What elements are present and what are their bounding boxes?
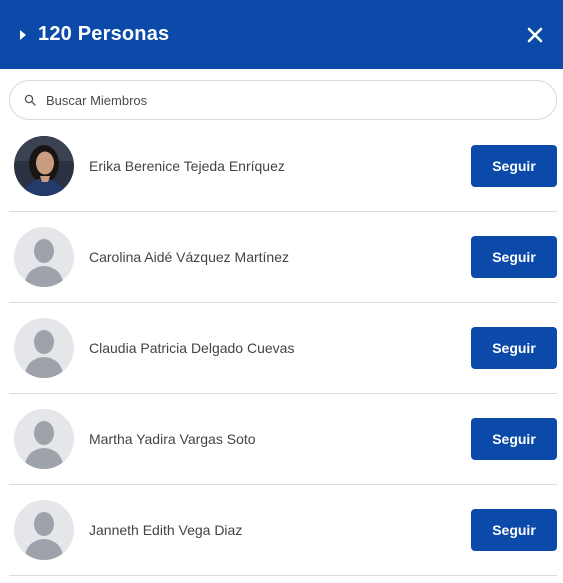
avatar[interactable] bbox=[14, 409, 74, 469]
avatar[interactable] bbox=[14, 318, 74, 378]
close-icon bbox=[527, 27, 543, 42]
list-item: Janneth Edith Vega Diaz Seguir bbox=[9, 485, 557, 576]
list-item: Martha Yadira Vargas Soto Seguir bbox=[9, 394, 557, 485]
search-input[interactable] bbox=[44, 91, 542, 109]
member-list: Erika Berenice Tejeda Enríquez Seguir Ca… bbox=[0, 121, 563, 576]
caret-right-icon[interactable] bbox=[20, 29, 26, 40]
panel-title[interactable]: 120 Personas bbox=[38, 23, 521, 46]
default-user-icon bbox=[14, 318, 74, 378]
members-panel: 120 Personas Buscar Miembros Erika Beren… bbox=[0, 0, 563, 583]
member-name[interactable]: Claudia Patricia Delgado Cuevas bbox=[89, 340, 471, 356]
user-photo-icon bbox=[14, 136, 74, 196]
search-wrapper bbox=[0, 69, 563, 120]
member-name[interactable]: Janneth Edith Vega Diaz bbox=[89, 522, 471, 538]
close-button[interactable] bbox=[521, 21, 549, 49]
panel-header: 120 Personas bbox=[0, 0, 563, 69]
list-item: Carolina Aidé Vázquez Martínez Seguir bbox=[9, 212, 557, 303]
list-item: Erika Berenice Tejeda Enríquez Seguir bbox=[9, 121, 557, 212]
search-box[interactable] bbox=[9, 80, 557, 120]
avatar[interactable] bbox=[14, 500, 74, 560]
follow-button[interactable]: Seguir bbox=[471, 418, 557, 460]
search-icon bbox=[24, 94, 36, 106]
default-user-icon bbox=[14, 227, 74, 287]
avatar[interactable] bbox=[14, 136, 74, 196]
follow-button[interactable]: Seguir bbox=[471, 327, 557, 369]
follow-button[interactable]: Seguir bbox=[471, 145, 557, 187]
member-name[interactable]: Martha Yadira Vargas Soto bbox=[89, 431, 471, 447]
follow-button[interactable]: Seguir bbox=[471, 509, 557, 551]
follow-button[interactable]: Seguir bbox=[471, 236, 557, 278]
default-user-icon bbox=[14, 409, 74, 469]
default-user-icon bbox=[14, 500, 74, 560]
list-item: Claudia Patricia Delgado Cuevas Seguir bbox=[9, 303, 557, 394]
avatar[interactable] bbox=[14, 227, 74, 287]
member-name[interactable]: Carolina Aidé Vázquez Martínez bbox=[89, 249, 471, 265]
member-name[interactable]: Erika Berenice Tejeda Enríquez bbox=[89, 158, 471, 174]
